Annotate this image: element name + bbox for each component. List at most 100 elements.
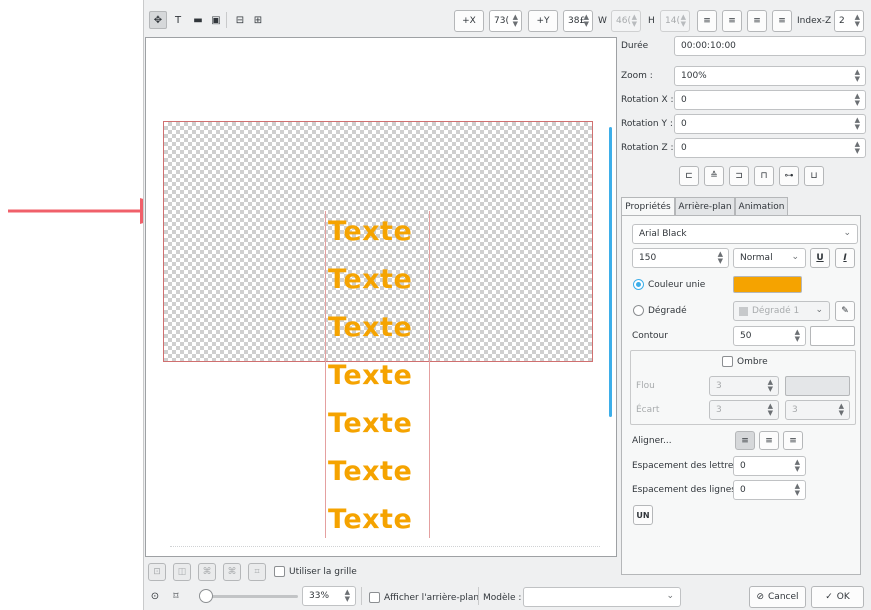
font-weight-select[interactable]: Normal ⌄ xyxy=(733,248,806,268)
tab-arriere-plan[interactable]: Arrière-plan xyxy=(675,197,735,216)
split-view-icon[interactable]: ◫ xyxy=(173,563,191,581)
expand-icon[interactable]: ⌘ xyxy=(198,563,216,581)
use-grid-checkbox[interactable] xyxy=(274,566,285,577)
template-select[interactable]: ⌄ xyxy=(523,587,681,607)
spin-arrows-icon: ▲ ▼ xyxy=(838,402,844,417)
raise-icon[interactable]: ≡ xyxy=(722,10,742,32)
fit-view-icon[interactable]: ⊡ xyxy=(148,563,166,581)
save-document-icon[interactable]: ⊞ xyxy=(249,11,267,29)
shadow-checkbox[interactable] xyxy=(722,356,733,367)
zoom-spinbox[interactable]: 100% ▲ ▼ xyxy=(674,66,866,86)
text-line: Texte xyxy=(328,408,413,439)
frame-icon[interactable]: ⌗ xyxy=(248,563,266,581)
vertical-scrollbar[interactable] xyxy=(609,127,612,417)
index-z-spinbox[interactable]: 2 ▲ ▼ xyxy=(834,10,864,32)
line-spacing-spinbox[interactable]: 0 ▲ ▼ xyxy=(733,480,806,500)
spin-arrows-icon: ▲ ▼ xyxy=(794,482,800,497)
spin-arrows-icon: ▲ ▼ xyxy=(717,250,723,265)
height-spinbox[interactable]: 14(▲ ▼ xyxy=(660,10,690,32)
shadow-label: Ombre xyxy=(737,357,768,367)
rotation-x-label: Rotation X : xyxy=(621,95,674,105)
tab-animation[interactable]: Animation xyxy=(735,197,788,216)
cancel-button[interactable]: ⊘ Cancel xyxy=(749,586,806,608)
edit-gradient-icon[interactable]: ✎ xyxy=(835,301,855,321)
spin-arrows-icon: ▲ ▼ xyxy=(854,13,860,28)
zoom-slider-track[interactable] xyxy=(201,595,298,598)
lower-icon[interactable]: ≡ xyxy=(747,10,767,32)
gradient-select[interactable]: Dégradé 1 ⌄ xyxy=(733,301,830,321)
rotation-x-spinbox[interactable]: 0 ▲ ▼ xyxy=(674,90,866,110)
spin-arrows-icon: ▲ ▼ xyxy=(854,116,860,131)
unicode-button[interactable]: UN xyxy=(633,505,653,525)
safe-area-line xyxy=(170,546,600,547)
spin-arrows-icon: ▲ ▼ xyxy=(794,458,800,473)
duree-field[interactable]: 00:00:10:00 xyxy=(674,36,866,56)
chevron-down-icon: ⌄ xyxy=(815,305,823,315)
font-select[interactable]: Arial Black ⌄ xyxy=(632,224,858,244)
use-grid-label: Utiliser la grille xyxy=(289,567,357,577)
gradient-label: Dégradé xyxy=(648,306,687,316)
align-left-icon[interactable]: ⊏ xyxy=(679,166,699,186)
spin-arrows-icon: ▲ ▼ xyxy=(631,13,637,28)
select-tool-icon[interactable]: ✥ xyxy=(149,11,167,29)
text-line: Texte xyxy=(328,264,413,295)
line-spacing-label: Espacement des lignes xyxy=(632,485,736,495)
spin-arrows-icon: ▲ ▼ xyxy=(583,13,589,28)
align-right-icon[interactable]: ⊐ xyxy=(729,166,749,186)
letter-spacing-spinbox[interactable]: 0 ▲ ▼ xyxy=(733,456,806,476)
ok-button[interactable]: ✓ OK xyxy=(811,586,864,608)
x-position-spinbox[interactable]: 73(▲ ▼ xyxy=(489,10,522,32)
bring-to-front-icon[interactable]: ≡ xyxy=(697,10,717,32)
duree-label: Durée xyxy=(621,41,649,51)
gradient-radio[interactable] xyxy=(633,305,644,316)
index-z-label: Index-Z xyxy=(797,16,832,26)
text-align-right-icon[interactable]: ≡ xyxy=(783,431,803,450)
image-tool-icon[interactable]: ▣ xyxy=(207,11,225,29)
spacing-x-spinbox[interactable]: 3 ▲ ▼ xyxy=(709,400,779,420)
plus-y-button[interactable]: +Y xyxy=(528,10,558,32)
zoom-slider-handle[interactable] xyxy=(199,589,213,603)
plus-x-button[interactable]: +X xyxy=(454,10,484,32)
solid-color-label: Couleur unie xyxy=(648,280,706,290)
outline-color-swatch[interactable] xyxy=(810,326,855,346)
width-spinbox[interactable]: 46(▲ ▼ xyxy=(611,10,641,32)
zoom-original-icon[interactable]: ⌑ xyxy=(167,587,185,605)
spin-arrows-icon: ▲ ▼ xyxy=(854,92,860,107)
text-align-left-icon[interactable]: ≡ xyxy=(735,431,755,450)
spin-arrows-icon: ▲ ▼ xyxy=(794,328,800,343)
rotation-y-spinbox[interactable]: 0 ▲ ▼ xyxy=(674,114,866,134)
collapse-icon[interactable]: ⌘ xyxy=(223,563,241,581)
rectangle-tool-icon[interactable]: ▬ xyxy=(189,11,207,29)
text-line: Texte xyxy=(328,360,413,391)
text-align-center-icon[interactable]: ≡ xyxy=(759,431,779,450)
rotation-z-spinbox[interactable]: 0 ▲ ▼ xyxy=(674,138,866,158)
align-hcenter-icon[interactable]: ≙ xyxy=(704,166,724,186)
zoom-fit-icon[interactable]: ⊙ xyxy=(146,587,164,605)
spin-arrows-icon: ▲ ▼ xyxy=(854,68,860,83)
font-size-spinbox[interactable]: 150 ▲ ▼ xyxy=(632,248,729,268)
shadow-color-swatch[interactable] xyxy=(785,376,850,396)
cancel-icon: ⊘ xyxy=(756,592,765,602)
blur-spinbox[interactable]: 3 ▲ ▼ xyxy=(709,376,779,396)
solid-color-radio[interactable] xyxy=(633,279,644,290)
zoom-percent-spinbox[interactable]: 33% ▲ ▼ xyxy=(302,586,356,606)
spacing-y-spinbox[interactable]: 3 ▲ ▼ xyxy=(785,400,850,420)
align-vcenter-icon[interactable]: ⊶ xyxy=(779,166,799,186)
align-top-icon[interactable]: ⊓ xyxy=(754,166,774,186)
italic-button[interactable]: I xyxy=(835,248,855,268)
chevron-down-icon: ⌄ xyxy=(791,252,799,262)
text-tool-icon[interactable]: T xyxy=(169,11,187,29)
underline-button[interactable]: U xyxy=(810,248,830,268)
y-position-spinbox[interactable]: 38£ ▲ ▼ xyxy=(563,10,593,32)
spin-arrows-icon: ▲ ▼ xyxy=(767,402,773,417)
show-background-checkbox[interactable] xyxy=(369,592,380,603)
open-document-icon[interactable]: ⊟ xyxy=(231,11,249,29)
spacing-label: Écart xyxy=(636,405,660,415)
outline-spinbox[interactable]: 50 ▲ ▼ xyxy=(733,326,806,346)
tab-proprietes[interactable]: Propriétés xyxy=(621,197,675,216)
align-label: Aligner... xyxy=(632,436,672,446)
show-background-label: Afficher l'arrière-plan xyxy=(384,593,480,603)
send-to-back-icon[interactable]: ≡ xyxy=(772,10,792,32)
solid-color-swatch[interactable] xyxy=(733,276,802,293)
align-bottom-icon[interactable]: ⊔ xyxy=(804,166,824,186)
